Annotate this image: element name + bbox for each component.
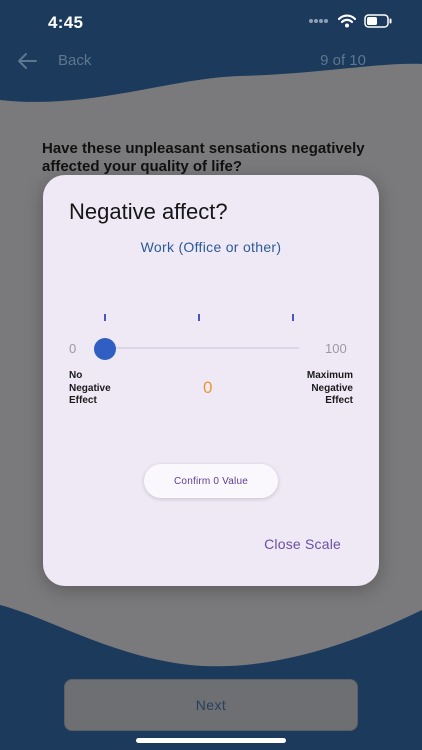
scale-tick (292, 314, 294, 321)
close-scale-button[interactable]: Close Scale (264, 536, 341, 552)
negative-affect-modal: Negative affect? Work (Office or other) … (43, 175, 379, 586)
min-effect-label: No Negative Effect (69, 370, 111, 406)
nav-bar: Back 9 of 10 (0, 44, 422, 78)
rating-scale: 0 100 No Negative Effect 0 Maximum Negat… (43, 175, 379, 586)
max-effect-label: Maximum Negative Effect (306, 370, 353, 406)
next-button[interactable]: Next (64, 679, 358, 731)
battery-icon (364, 14, 392, 28)
confirm-value-button[interactable]: Confirm 0 Value (144, 464, 278, 498)
scale-tick (198, 314, 200, 321)
cellular-signal-icon (309, 19, 328, 23)
wifi-icon (338, 14, 356, 28)
slider-thumb[interactable] (94, 338, 116, 360)
status-icons (308, 14, 392, 28)
back-arrow-icon[interactable] (16, 50, 38, 72)
back-button[interactable]: Back (58, 52, 91, 69)
scale-max-value: 100 (325, 341, 347, 356)
current-value: 0 (203, 378, 213, 397)
slider-track[interactable] (103, 347, 299, 349)
question-text: Have these unpleasant sensations negativ… (42, 140, 365, 175)
scale-tick (104, 314, 106, 321)
home-indicator (136, 738, 286, 743)
scale-min-value: 0 (69, 341, 77, 356)
progress-counter: 9 of 10 (320, 52, 366, 69)
status-bar: 4:45 (0, 0, 422, 44)
status-time: 4:45 (48, 13, 84, 32)
